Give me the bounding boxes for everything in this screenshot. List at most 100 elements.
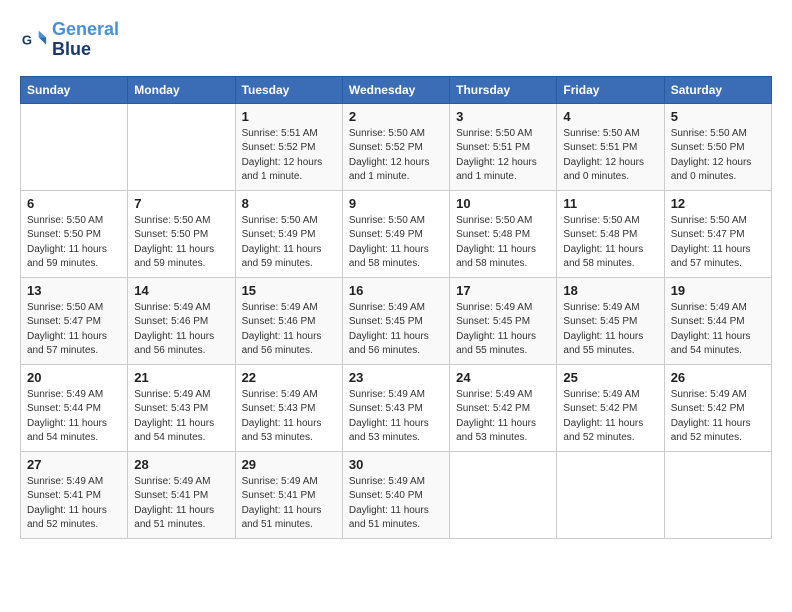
- calendar-cell: 12Sunrise: 5:50 AM Sunset: 5:47 PM Dayli…: [664, 190, 771, 277]
- calendar-cell: 30 Sunrise: 5:49 AM Sunset: 5:40 PM Dayli…: [342, 451, 449, 538]
- day-detail: Sunrise: 5:50 AM Sunset: 5:50 PM Dayligh…: [671, 127, 765, 185]
- day-number: 15: [242, 283, 336, 298]
- day-number: 5: [671, 109, 765, 124]
- day-number: 11: [563, 196, 657, 211]
- calendar-cell: 10 Sunrise: 5:50 AM Sunset: 5:48 PM Dayli…: [450, 190, 557, 277]
- day-detail: Sunrise: 5:49 AM Sunset: 5:42 PM Dayligh…: [563, 388, 657, 446]
- day-number: 13: [27, 283, 121, 298]
- calendar-cell: 18 Sunrise: 5:49 AM Sunset: 5:45 PM Dayli…: [557, 277, 664, 364]
- calendar-cell: [557, 451, 664, 538]
- calendar-cell: 4 Sunrise: 5:50 AM Sunset: 5:51 PM Daylig…: [557, 103, 664, 190]
- day-number: 29: [242, 457, 336, 472]
- day-detail: Sunrise: 5:49 AM Sunset: 5:40 PM Dayligh…: [349, 475, 443, 533]
- calendar-cell: 23 Sunrise: 5:49 AM Sunset: 5:43 PM Dayli…: [342, 364, 449, 451]
- calendar-cell: 25 Sunrise: 5:49 AM Sunset: 5:42 PM Dayli…: [557, 364, 664, 451]
- day-number: 10: [456, 196, 550, 211]
- calendar-week-5: 27 Sunrise: 5:49 AM Sunset: 5:41 PM Dayli…: [21, 451, 772, 538]
- day-detail: Sunrise: 5:49 AM Sunset: 5:41 PM Dayligh…: [27, 475, 121, 533]
- day-number: 22: [242, 370, 336, 385]
- day-number: 27: [27, 457, 121, 472]
- day-number: 17: [456, 283, 550, 298]
- day-detail: Sunrise: 5:49 AM Sunset: 5:45 PM Dayligh…: [456, 301, 550, 359]
- day-detail: Sunrise: 5:49 AM Sunset: 5:42 PM Dayligh…: [456, 388, 550, 446]
- day-number: 21: [134, 370, 228, 385]
- calendar-cell: 26 Sunrise: 5:49 AM Sunset: 5:42 PM Dayli…: [664, 364, 771, 451]
- column-header-wednesday: Wednesday: [342, 76, 449, 103]
- calendar-cell: 21 Sunrise: 5:49 AM Sunset: 5:43 PM Dayli…: [128, 364, 235, 451]
- day-detail: Sunrise: 5:50 AM Sunset: 5:51 PM Dayligh…: [456, 127, 550, 185]
- calendar-week-3: 13 Sunrise: 5:50 AM Sunset: 5:47 PM Dayli…: [21, 277, 772, 364]
- day-number: 1: [242, 109, 336, 124]
- calendar-cell: 28 Sunrise: 5:49 AM Sunset: 5:41 PM Dayli…: [128, 451, 235, 538]
- day-number: 20: [27, 370, 121, 385]
- day-detail: Sunrise: 5:49 AM Sunset: 5:42 PM Dayligh…: [671, 388, 765, 446]
- calendar-cell: [128, 103, 235, 190]
- day-detail: Sunrise: 5:49 AM Sunset: 5:41 PM Dayligh…: [242, 475, 336, 533]
- calendar-week-2: 6Sunrise: 5:50 AM Sunset: 5:50 PM Daylig…: [21, 190, 772, 277]
- calendar-cell: 24 Sunrise: 5:49 AM Sunset: 5:42 PM Dayli…: [450, 364, 557, 451]
- day-number: 25: [563, 370, 657, 385]
- day-detail: Sunrise: 5:49 AM Sunset: 5:43 PM Dayligh…: [242, 388, 336, 446]
- day-number: 2: [349, 109, 443, 124]
- column-header-friday: Friday: [557, 76, 664, 103]
- day-number: 9: [349, 196, 443, 211]
- day-detail: Sunrise: 5:50 AM Sunset: 5:48 PM Dayligh…: [563, 214, 657, 272]
- column-header-thursday: Thursday: [450, 76, 557, 103]
- day-number: 16: [349, 283, 443, 298]
- day-number: 8: [242, 196, 336, 211]
- calendar-cell: 29 Sunrise: 5:49 AM Sunset: 5:41 PM Dayli…: [235, 451, 342, 538]
- calendar-cell: 27 Sunrise: 5:49 AM Sunset: 5:41 PM Dayli…: [21, 451, 128, 538]
- day-number: 7: [134, 196, 228, 211]
- calendar-week-4: 20Sunrise: 5:49 AM Sunset: 5:44 PM Dayli…: [21, 364, 772, 451]
- day-detail: Sunrise: 5:49 AM Sunset: 5:43 PM Dayligh…: [134, 388, 228, 446]
- calendar-cell: [450, 451, 557, 538]
- svg-text:G: G: [22, 32, 32, 47]
- calendar-cell: 9Sunrise: 5:50 AM Sunset: 5:49 PM Daylig…: [342, 190, 449, 277]
- day-detail: Sunrise: 5:49 AM Sunset: 5:41 PM Dayligh…: [134, 475, 228, 533]
- calendar-cell: 15Sunrise: 5:49 AM Sunset: 5:46 PM Dayli…: [235, 277, 342, 364]
- logo-icon: G: [20, 26, 48, 54]
- day-number: 23: [349, 370, 443, 385]
- day-detail: Sunrise: 5:49 AM Sunset: 5:46 PM Dayligh…: [134, 301, 228, 359]
- day-detail: Sunrise: 5:50 AM Sunset: 5:50 PM Dayligh…: [134, 214, 228, 272]
- calendar-cell: [664, 451, 771, 538]
- calendar-cell: [21, 103, 128, 190]
- day-detail: Sunrise: 5:50 AM Sunset: 5:50 PM Dayligh…: [27, 214, 121, 272]
- day-number: 30: [349, 457, 443, 472]
- day-detail: Sunrise: 5:50 AM Sunset: 5:48 PM Dayligh…: [456, 214, 550, 272]
- day-detail: Sunrise: 5:49 AM Sunset: 5:45 PM Dayligh…: [349, 301, 443, 359]
- day-number: 14: [134, 283, 228, 298]
- calendar-cell: 11 Sunrise: 5:50 AM Sunset: 5:48 PM Dayli…: [557, 190, 664, 277]
- day-detail: Sunrise: 5:49 AM Sunset: 5:43 PM Dayligh…: [349, 388, 443, 446]
- calendar-cell: 13 Sunrise: 5:50 AM Sunset: 5:47 PM Dayli…: [21, 277, 128, 364]
- calendar-cell: 22 Sunrise: 5:49 AM Sunset: 5:43 PM Dayli…: [235, 364, 342, 451]
- day-detail: Sunrise: 5:49 AM Sunset: 5:45 PM Dayligh…: [563, 301, 657, 359]
- column-header-monday: Monday: [128, 76, 235, 103]
- column-header-tuesday: Tuesday: [235, 76, 342, 103]
- column-header-sunday: Sunday: [21, 76, 128, 103]
- day-number: 4: [563, 109, 657, 124]
- day-number: 19: [671, 283, 765, 298]
- day-number: 26: [671, 370, 765, 385]
- calendar-cell: 1 Sunrise: 5:51 AM Sunset: 5:52 PM Daylig…: [235, 103, 342, 190]
- page-header: G General Blue: [20, 20, 772, 60]
- day-detail: Sunrise: 5:50 AM Sunset: 5:47 PM Dayligh…: [671, 214, 765, 272]
- logo-text: General Blue: [52, 20, 119, 60]
- day-number: 24: [456, 370, 550, 385]
- calendar-cell: 19Sunrise: 5:49 AM Sunset: 5:44 PM Dayli…: [664, 277, 771, 364]
- day-detail: Sunrise: 5:50 AM Sunset: 5:51 PM Dayligh…: [563, 127, 657, 185]
- calendar-week-1: 1 Sunrise: 5:51 AM Sunset: 5:52 PM Daylig…: [21, 103, 772, 190]
- calendar-cell: 14 Sunrise: 5:49 AM Sunset: 5:46 PM Dayli…: [128, 277, 235, 364]
- calendar-cell: 8 Sunrise: 5:50 AM Sunset: 5:49 PM Daylig…: [235, 190, 342, 277]
- calendar-cell: 2 Sunrise: 5:50 AM Sunset: 5:52 PM Daylig…: [342, 103, 449, 190]
- calendar-cell: 3Sunrise: 5:50 AM Sunset: 5:51 PM Daylig…: [450, 103, 557, 190]
- calendar-cell: 7 Sunrise: 5:50 AM Sunset: 5:50 PM Daylig…: [128, 190, 235, 277]
- calendar-header-row: SundayMondayTuesdayWednesdayThursdayFrid…: [21, 76, 772, 103]
- day-detail: Sunrise: 5:50 AM Sunset: 5:47 PM Dayligh…: [27, 301, 121, 359]
- day-detail: Sunrise: 5:50 AM Sunset: 5:49 PM Dayligh…: [242, 214, 336, 272]
- calendar-table: SundayMondayTuesdayWednesdayThursdayFrid…: [20, 76, 772, 539]
- day-number: 18: [563, 283, 657, 298]
- day-number: 28: [134, 457, 228, 472]
- day-detail: Sunrise: 5:50 AM Sunset: 5:52 PM Dayligh…: [349, 127, 443, 185]
- day-detail: Sunrise: 5:51 AM Sunset: 5:52 PM Dayligh…: [242, 127, 336, 185]
